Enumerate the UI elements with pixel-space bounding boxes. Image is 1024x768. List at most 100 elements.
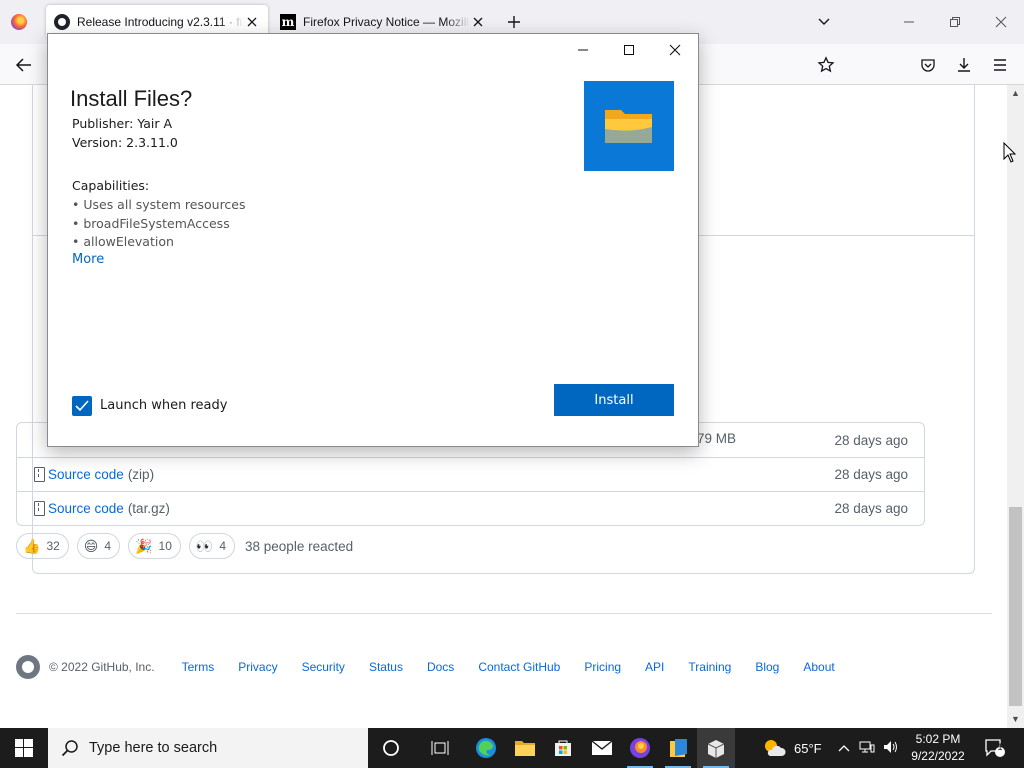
capability-item: • allowElevation	[72, 234, 174, 249]
footer-link-api[interactable]: API	[645, 660, 664, 674]
dialog-minimize-icon[interactable]	[560, 34, 606, 66]
scrollbar-thumb[interactable]	[1009, 507, 1022, 706]
network-icon[interactable]	[859, 740, 875, 757]
file-zip-icon	[34, 467, 45, 482]
pocket-icon[interactable]	[918, 55, 938, 75]
asset-name: Source code	[48, 501, 124, 516]
footer-link-pricing[interactable]: Pricing	[584, 660, 621, 674]
asset-date: 28 days ago	[834, 467, 908, 482]
footer-link-privacy[interactable]: Privacy	[238, 660, 277, 674]
file-zip-icon	[34, 501, 45, 516]
checkmark-icon	[75, 400, 89, 412]
bookmark-star-icon[interactable]	[816, 55, 836, 75]
system-tray	[838, 728, 899, 768]
dialog-maximize-icon[interactable]	[606, 34, 652, 66]
footer-link-status[interactable]: Status	[369, 660, 403, 674]
show-hidden-icons-chevron-up-icon[interactable]	[838, 741, 850, 756]
taskbar-search-box[interactable]: Type here to search	[48, 728, 368, 768]
file-explorer-icon[interactable]	[506, 728, 544, 768]
launch-when-ready-label[interactable]: Launch when ready	[100, 398, 227, 413]
edge-browser-icon[interactable]	[467, 728, 505, 768]
close-tab-icon[interactable]	[244, 14, 260, 30]
github-favicon-icon	[54, 14, 70, 30]
clock-time: 5:02 PM	[915, 732, 961, 746]
reaction-count: 4	[104, 539, 112, 553]
launch-when-ready-checkbox[interactable]	[72, 396, 92, 416]
window-restore-icon[interactable]	[932, 0, 978, 44]
mouse-pointer-icon	[1003, 142, 1017, 163]
reaction-count: 10	[158, 539, 172, 553]
windows-logo-icon	[15, 739, 33, 757]
new-tab-icon[interactable]	[505, 13, 523, 31]
asset-suffix: (zip)	[127, 467, 155, 482]
firefox-taskbar-icon[interactable]	[621, 728, 659, 768]
tab-title: Firefox Privacy Notice — Mozilla	[303, 15, 470, 29]
scroll-down-arrow-icon[interactable]: ▼	[1011, 715, 1020, 724]
app-menu-hamburger-icon[interactable]	[990, 55, 1010, 75]
footer-copyright: © 2022 GitHub, Inc.	[49, 660, 155, 674]
footer-link-contact[interactable]: Contact GitHub	[478, 660, 560, 674]
search-placeholder: Type here to search	[89, 740, 218, 756]
folder-icon	[605, 110, 652, 143]
footer-link-security[interactable]: Security	[302, 660, 345, 674]
partly-cloudy-icon	[765, 740, 786, 756]
reactions-summary: 38 people reacted	[245, 538, 354, 554]
capabilities-heading: Capabilities:	[72, 178, 150, 193]
install-button[interactable]: Install	[554, 384, 674, 416]
microsoft-store-icon[interactable]	[544, 728, 582, 768]
asset-date: 28 days ago	[834, 501, 908, 516]
app-installer-taskbar-icon[interactable]	[697, 728, 735, 768]
notification-count: 1	[997, 742, 1003, 752]
reaction-eyes[interactable]: 👀 4	[188, 533, 236, 559]
footer-link-training[interactable]: Training	[688, 660, 731, 674]
cortana-icon[interactable]	[372, 728, 410, 768]
asset-link[interactable]: Source code (zip)	[34, 467, 154, 482]
publisher-text: Publisher: Yair A	[72, 116, 173, 131]
page-scrollbar[interactable]: ▲ ▼	[1007, 85, 1024, 728]
reaction-laugh[interactable]: 😄 4	[76, 533, 121, 559]
mail-icon[interactable]	[583, 728, 621, 768]
footer-divider	[16, 613, 992, 614]
taskbar-clock[interactable]: 5:02 PM 9/22/2022	[900, 731, 976, 765]
site-footer: © 2022 GitHub, Inc. Terms Privacy Securi…	[16, 655, 835, 679]
scroll-up-arrow-icon[interactable]: ▲	[1011, 89, 1020, 98]
dialog-title: Install Files?	[70, 86, 193, 111]
window-minimize-icon[interactable]	[886, 0, 932, 44]
party-popper-icon: 🎉	[135, 537, 153, 554]
footer-link-about[interactable]: About	[803, 660, 834, 674]
back-arrow-icon[interactable]	[14, 55, 34, 75]
weather-widget[interactable]: 65°F	[762, 728, 822, 768]
close-tab-icon[interactable]	[470, 14, 486, 30]
asset-row-source-zip[interactable]: Source code (zip) 28 days ago	[17, 457, 924, 491]
footer-link-terms[interactable]: Terms	[182, 660, 215, 674]
footer-link-docs[interactable]: Docs	[427, 660, 454, 674]
app-installer-dialog: Install Files? Publisher: Yair A Version…	[47, 33, 699, 447]
search-icon	[61, 740, 78, 757]
firefox-menu-icon[interactable]	[11, 14, 27, 30]
thumbs-up-icon: 👍	[23, 537, 41, 554]
footer-link-blog[interactable]: Blog	[755, 660, 779, 674]
capability-item: • broadFileSystemAccess	[72, 216, 230, 231]
mozilla-favicon-icon: m	[280, 14, 296, 30]
app-logo-tile	[584, 81, 674, 171]
files-app-taskbar-icon[interactable]	[659, 728, 697, 768]
window-close-icon[interactable]	[978, 0, 1024, 44]
asset-row-source-targz[interactable]: Source code (tar.gz) 28 days ago	[17, 491, 924, 525]
volume-icon[interactable]	[883, 740, 899, 757]
github-logo-icon[interactable]	[16, 655, 40, 679]
start-button[interactable]	[0, 728, 48, 768]
action-center-button[interactable]: 1	[984, 728, 1006, 768]
asset-suffix: (tar.gz)	[127, 501, 170, 516]
reaction-thumbs-up[interactable]: 👍 32	[16, 533, 69, 559]
asset-date: 28 days ago	[834, 432, 908, 448]
downloads-icon[interactable]	[954, 55, 974, 75]
eyes-icon: 👀	[195, 537, 214, 554]
list-all-tabs-chevron-down-icon[interactable]	[816, 13, 832, 32]
asset-link[interactable]: Source code (tar.gz)	[34, 501, 170, 516]
dialog-close-icon[interactable]	[652, 34, 698, 66]
more-capabilities-link[interactable]: More	[72, 252, 104, 267]
reaction-hooray[interactable]: 🎉 10	[128, 533, 181, 559]
task-view-icon[interactable]	[421, 728, 459, 768]
laugh-icon: 😄	[83, 537, 99, 554]
version-text: Version: 2.3.11.0	[72, 135, 178, 150]
